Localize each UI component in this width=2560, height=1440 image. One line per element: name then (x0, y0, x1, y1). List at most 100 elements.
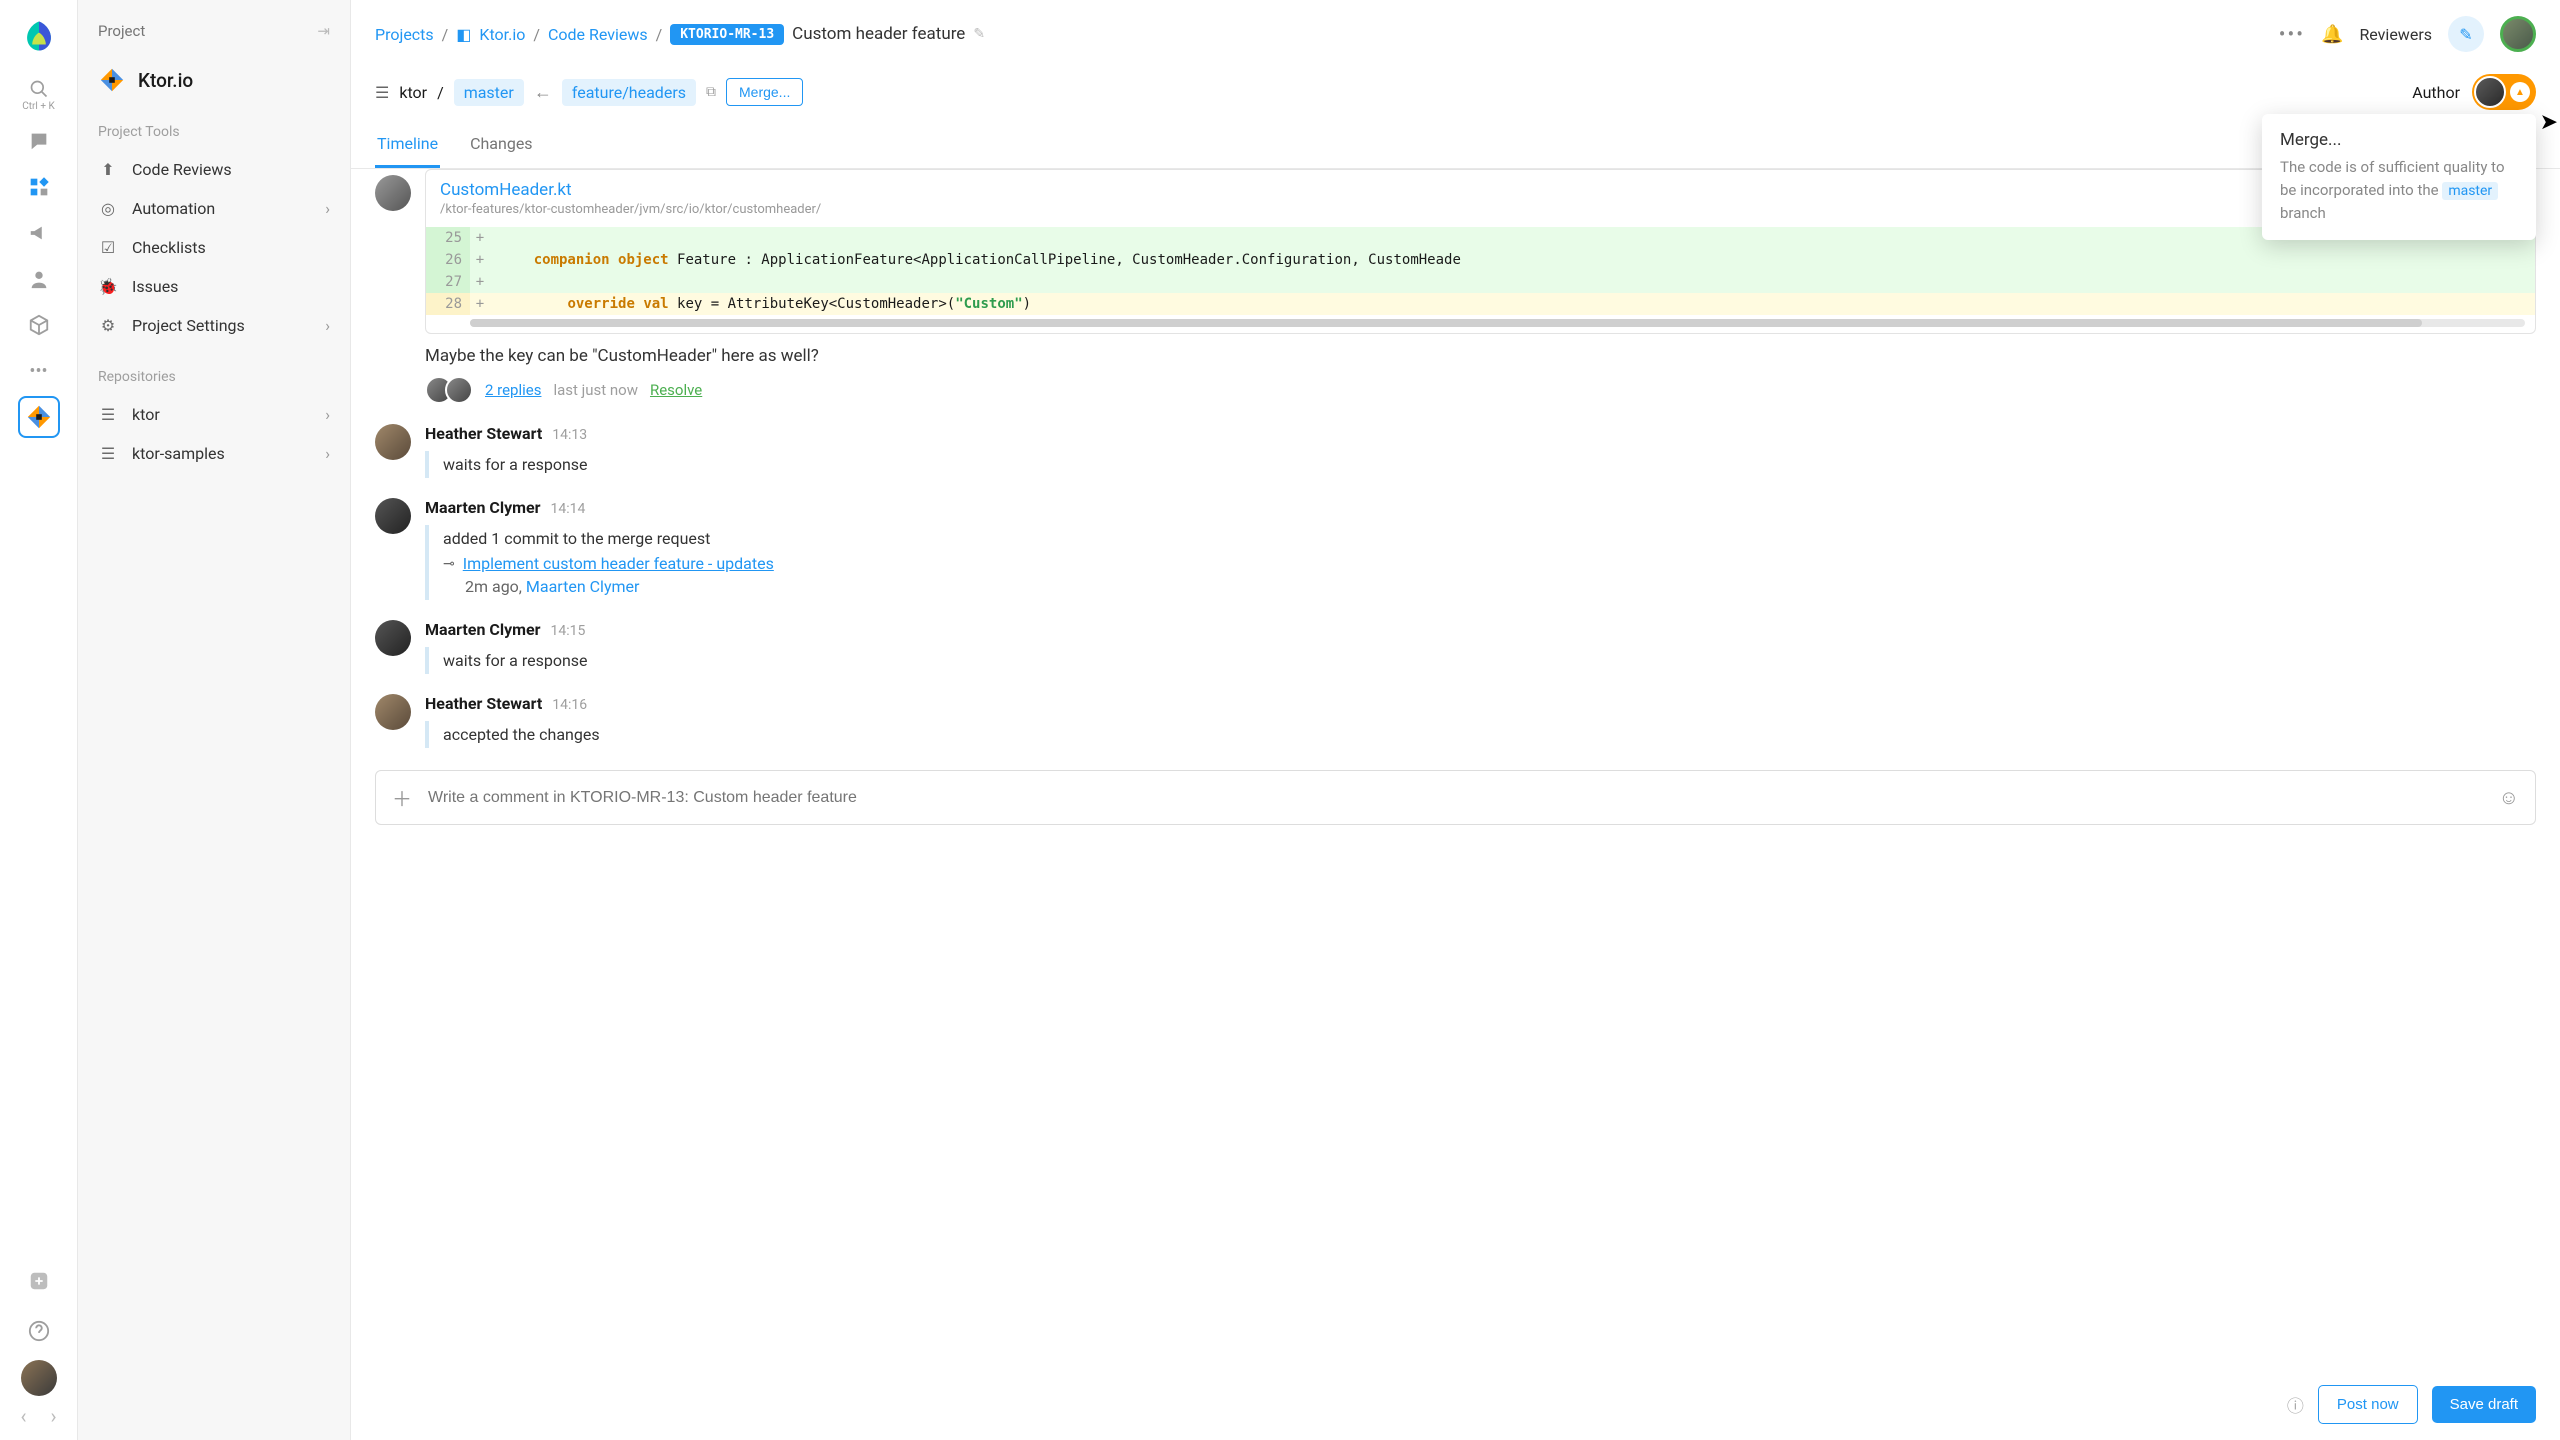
event-message: waits for a response (425, 647, 2536, 674)
post-now-button[interactable]: Post now (2318, 1385, 2418, 1424)
merge-popover: Merge... The code is of sufficient quali… (2262, 114, 2536, 240)
breadcrumb-bar: Projects / ◧ Ktor.io / Code Reviews / KT… (351, 0, 2560, 60)
popover-body: The code is of sufficient quality to be … (2280, 156, 2518, 224)
event-time: 14:16 (552, 697, 587, 713)
timeline-content: CustomHeader.kt /ktor-features/ktor-cust… (351, 169, 2560, 1369)
main-panel: Projects / ◧ Ktor.io / Code Reviews / KT… (351, 0, 2560, 1440)
search-icon[interactable]: Ctrl + K (18, 74, 60, 116)
timeline-event: Maarten Clymer14:14 added 1 commit to th… (375, 498, 2536, 600)
commit-author-link[interactable]: Maarten Clymer (526, 577, 640, 596)
info-icon[interactable]: ⓘ (2287, 1392, 2304, 1417)
copy-icon[interactable]: ⧉ (706, 84, 716, 100)
repo-list-icon: ☰ (375, 83, 389, 102)
popover-branch: master (2442, 182, 2498, 200)
resolve-link[interactable]: Resolve (650, 381, 702, 399)
review-tabs: Timeline Changes (351, 120, 2560, 169)
cursor-icon: ➤ (2540, 110, 2558, 135)
event-time: 14:13 (552, 427, 587, 443)
nav-forward-icon[interactable]: › (51, 1404, 57, 1428)
mr-id-badge: KTORIO-MR-13 (670, 24, 784, 45)
tab-changes[interactable]: Changes (468, 126, 535, 168)
sidebar-repo-ktor-samples[interactable]: ☰ktor-samples› (78, 434, 350, 473)
branch-bar: ☰ ktor / master ← feature/headers ⧉ Merg… (351, 60, 2560, 120)
source-branch[interactable]: feature/headers (562, 79, 696, 106)
breadcrumb-section[interactable]: Code Reviews (548, 25, 648, 44)
edit-reviewers-button[interactable]: ✎ (2448, 16, 2484, 52)
event-avatar[interactable] (375, 424, 411, 460)
merge-button[interactable]: Merge... (726, 78, 803, 106)
add-attachment-icon[interactable]: ＋ (392, 783, 412, 812)
timeline-event: Maarten Clymer14:15 waits for a response (375, 620, 2536, 674)
chevron-right-icon: › (325, 444, 330, 463)
author-label: Author (2412, 83, 2460, 102)
emoji-icon[interactable]: ☺ (2499, 785, 2519, 810)
footer-actions: ⓘ Post now Save draft (351, 1369, 2560, 1440)
target-branch[interactable]: master (454, 79, 524, 106)
project-row[interactable]: Ktor.io (78, 56, 350, 114)
code-line-28: override val key = AttributeKey<CustomHe… (490, 293, 2535, 315)
event-author: Maarten Clymer (425, 498, 541, 517)
tab-timeline[interactable]: Timeline (375, 126, 440, 168)
team-icon[interactable] (18, 258, 60, 300)
edit-icon[interactable]: ✎ (973, 26, 985, 42)
file-link[interactable]: CustomHeader.kt (440, 180, 2521, 200)
collapse-icon[interactable]: ⇥ (317, 22, 330, 40)
event-message: waits for a response (425, 451, 2536, 478)
caret-up-icon[interactable]: ▲ (2510, 82, 2530, 102)
mr-title: Custom header feature (792, 24, 965, 44)
gear-icon: ⚙ (98, 316, 118, 335)
comment-input[interactable] (428, 789, 2499, 807)
megaphone-icon[interactable] (18, 212, 60, 254)
commit-icon: ⊸ (443, 556, 455, 572)
commit-link[interactable]: Implement custom header feature - update… (463, 554, 774, 573)
sidebar-item-checklists[interactable]: ☑Checklists (78, 228, 350, 267)
comment-composer[interactable]: ＋ ☺ (375, 770, 2536, 825)
author-status-pill[interactable]: ▲ (2472, 74, 2536, 110)
help-icon[interactable] (18, 1310, 60, 1352)
more-icon[interactable]: ••• (18, 350, 60, 392)
tools-section-label: Project Tools (78, 114, 350, 150)
event-message: added 1 commit to the merge request ⊸Imp… (425, 525, 2536, 600)
reply-avatars[interactable] (425, 376, 473, 404)
apps-icon[interactable] (18, 166, 60, 208)
repos-section-label: Repositories (78, 359, 350, 395)
repo-icon: ☰ (98, 444, 118, 463)
project-name: Ktor.io (138, 69, 193, 92)
chat-icon[interactable] (18, 120, 60, 162)
save-draft-button[interactable]: Save draft (2432, 1386, 2536, 1423)
add-icon[interactable] (18, 1260, 60, 1302)
product-logo[interactable] (21, 18, 57, 54)
sidebar-item-settings[interactable]: ⚙Project Settings› (78, 306, 350, 345)
event-avatar[interactable] (375, 694, 411, 730)
replies-meta: last just now (553, 381, 638, 399)
event-avatar[interactable] (375, 498, 411, 534)
comment-text: Maybe the key can be "CustomHeader" here… (425, 346, 2536, 366)
code-scrollbar[interactable] (470, 319, 2525, 327)
project-icon-active[interactable] (18, 396, 60, 438)
breadcrumb-project[interactable]: Ktor.io (479, 25, 525, 44)
upload-icon: ⬆ (98, 160, 118, 179)
breadcrumb-projects[interactable]: Projects (375, 25, 434, 44)
event-avatar[interactable] (375, 620, 411, 656)
chevron-right-icon: › (325, 316, 330, 335)
reviewers-label: Reviewers (2359, 25, 2432, 44)
search-shortcut: Ctrl + K (22, 101, 55, 112)
timeline-event: Heather Stewart14:16 accepted the change… (375, 694, 2536, 748)
chevron-right-icon: › (325, 199, 330, 218)
sidebar-repo-ktor[interactable]: ☰ktor› (78, 395, 350, 434)
bell-icon[interactable]: 🔔 (2321, 24, 2343, 45)
commenter-avatar[interactable] (375, 175, 411, 211)
code-line-26: companion object Feature : ApplicationFe… (490, 249, 2535, 271)
reviewer-avatar[interactable] (2500, 16, 2536, 52)
replies-link[interactable]: 2 replies (485, 381, 541, 399)
sidebar-item-issues[interactable]: 🐞Issues (78, 267, 350, 306)
more-actions-icon[interactable]: ••• (2279, 22, 2305, 46)
user-avatar[interactable] (21, 1360, 57, 1396)
event-author: Heather Stewart (425, 694, 542, 713)
code-diff-card: CustomHeader.kt /ktor-features/ktor-cust… (425, 169, 2536, 334)
target-icon: ◎ (98, 199, 118, 218)
package-icon[interactable] (18, 304, 60, 346)
sidebar-item-code-reviews[interactable]: ⬆Code Reviews (78, 150, 350, 189)
nav-back-icon[interactable]: ‹ (20, 1404, 26, 1428)
sidebar-item-automation[interactable]: ◎Automation› (78, 189, 350, 228)
